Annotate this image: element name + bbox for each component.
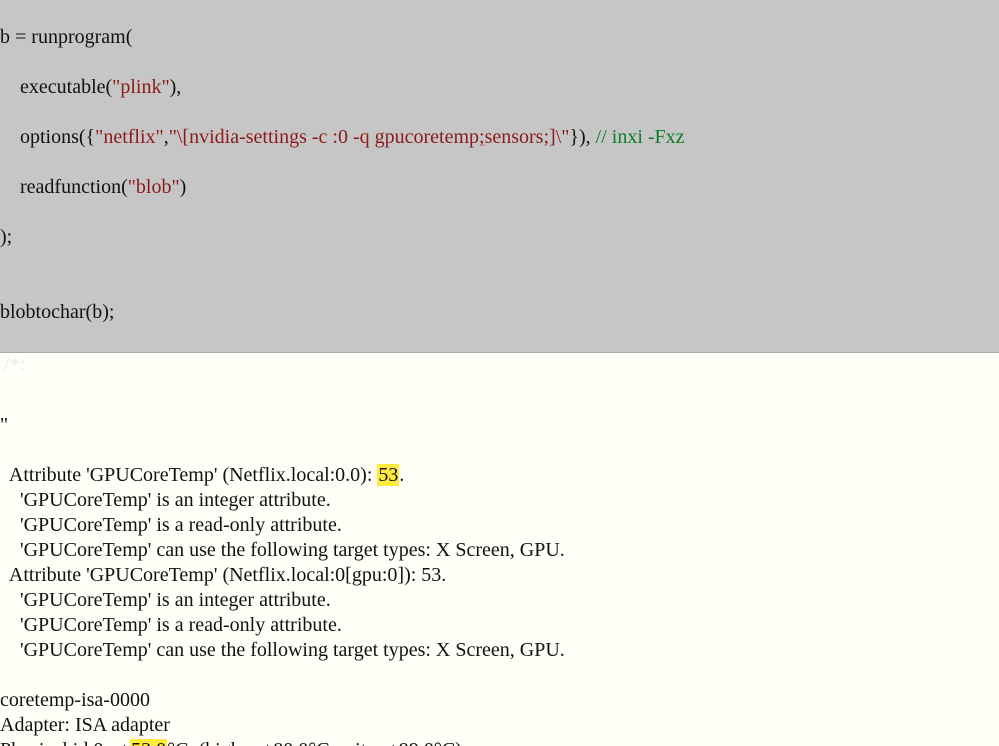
output-open-quote: " — [0, 414, 8, 436]
output-text: . — [399, 464, 404, 486]
output-line: Adapter: ISA adapter — [0, 714, 170, 736]
code-text: ) — [180, 176, 187, 198]
string-literal: "blob" — [128, 176, 180, 198]
code-block: b = runprogram( executable("plink"), opt… — [0, 0, 999, 353]
output-line: coretemp-isa-0000 — [0, 689, 150, 711]
output-text: °C (high = +80.0°C, crit = +99.0°C) — [167, 739, 462, 746]
code-line-5: ); — [0, 225, 999, 250]
code-line-7: blobtochar(b); — [0, 300, 999, 325]
string-literal: "plink" — [112, 76, 169, 98]
output-line: Attribute 'GPUCoreTemp' (Netflix.local:0… — [0, 564, 446, 586]
string-literal: "\[nvidia-settings -c :0 -q gpucoretemp — [169, 126, 479, 148]
code-line-1: b = runprogram( — [0, 25, 999, 50]
string-literal: "netflix" — [95, 126, 164, 148]
highlighted-value: 53.0 — [130, 739, 167, 746]
faint-comment-line: /*: — [0, 353, 999, 378]
output-line: 'GPUCoreTemp' is a read-only attribute. — [0, 614, 342, 636]
code-line-2: executable("plink"), — [0, 75, 999, 100]
output-line: 'GPUCoreTemp' can use the following targ… — [0, 539, 565, 561]
output-line: Physical id 0: +53.0°C (high = +80.0°C, … — [0, 739, 462, 746]
output-text: Attribute 'GPUCoreTemp' (Netflix.local:0… — [0, 464, 377, 486]
output-line: 'GPUCoreTemp' is an integer attribute. — [0, 489, 331, 511]
highlighted-value: 53 — [377, 464, 399, 486]
output-line: 'GPUCoreTemp' can use the following targ… — [0, 639, 565, 661]
code-text: ), — [170, 76, 182, 98]
output-block: " Attribute 'GPUCoreTemp' (Netflix.local… — [0, 378, 999, 746]
string-literal: sensors;]\" — [485, 126, 570, 148]
code-line-4: readfunction("blob") — [0, 175, 999, 200]
output-line: Attribute 'GPUCoreTemp' (Netflix.local:0… — [0, 464, 404, 486]
output-line: 'GPUCoreTemp' is an integer attribute. — [0, 589, 331, 611]
code-line-3: options({"netflix","\[nvidia-settings -c… — [0, 125, 999, 150]
output-text: Physical id 0: + — [0, 739, 130, 746]
comment: // inxi -Fxz — [596, 126, 685, 148]
code-text: executable( — [0, 76, 112, 98]
code-text: options({ — [0, 126, 95, 148]
code-text: readfunction( — [0, 176, 128, 198]
output-line: 'GPUCoreTemp' is a read-only attribute. — [0, 514, 342, 536]
code-text: }), — [569, 126, 595, 148]
